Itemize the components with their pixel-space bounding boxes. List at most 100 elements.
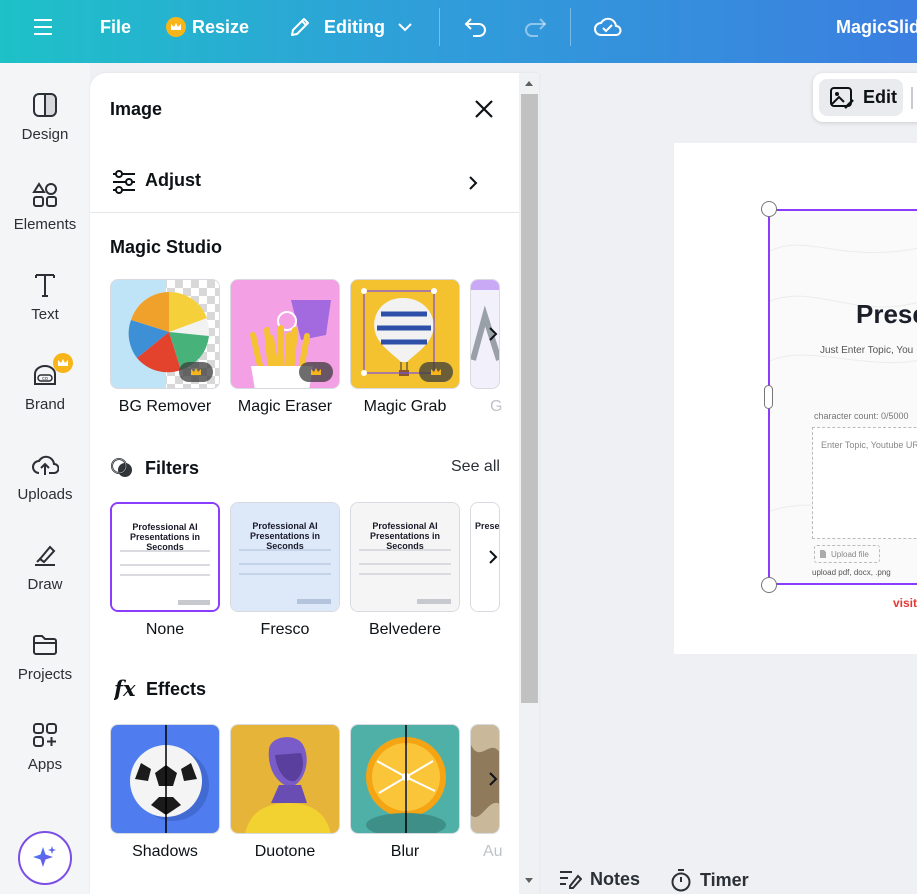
toolbar-divider [911, 87, 913, 109]
toolbar-divider [570, 8, 571, 46]
portrait-image [231, 725, 339, 833]
topic-input-box: Enter Topic, Youtube UR [812, 427, 917, 539]
rail-label: Uploads [17, 486, 73, 503]
char-count: character count: 0/5000 [814, 411, 909, 421]
editing-label: Editing [324, 16, 385, 37]
timer-button[interactable]: Timer [670, 868, 749, 892]
toolbar-divider [439, 8, 440, 46]
resize-label: Resize [192, 16, 250, 37]
filters-header: Filters [110, 456, 199, 480]
visit-link-text: visit [893, 596, 917, 610]
undo-button[interactable] [463, 0, 489, 54]
file-menu[interactable]: File [100, 0, 131, 54]
tile-label: G [490, 398, 503, 415]
image-panel: Image Adjust Magic Studio BG Remover Mag… [90, 73, 539, 894]
projects-icon [30, 631, 60, 659]
panel-title: Image [110, 99, 163, 119]
magic-assistant-button[interactable] [18, 831, 72, 885]
editing-dropdown[interactable]: Editing [288, 0, 413, 54]
chevron-right-icon [469, 176, 478, 190]
close-icon [475, 100, 493, 118]
rail-item-projects[interactable]: Projects [0, 603, 90, 683]
edit-image-button[interactable]: Edit [819, 79, 903, 116]
bg-remover-tile[interactable] [110, 279, 220, 389]
rail-label: Elements [13, 216, 77, 233]
cloud-save-button[interactable] [593, 0, 623, 54]
bottom-bar: Notes Timer [540, 860, 917, 894]
rail-item-draw[interactable]: Draw [0, 513, 90, 593]
context-toolbar: Edit [813, 73, 917, 122]
resize-handle-bottom-left[interactable] [761, 577, 777, 593]
rail-label: Brand [24, 396, 66, 413]
rail-item-elements[interactable]: Elements [0, 153, 90, 233]
close-panel-button[interactable] [470, 95, 498, 123]
rail-item-apps[interactable]: Apps [0, 693, 90, 773]
filters-title: Filters [145, 457, 200, 478]
tile-label: Magic Eraser [237, 398, 333, 415]
apps-icon [30, 721, 60, 749]
tile-label: Blur [390, 843, 420, 860]
design-icon [30, 91, 60, 119]
chevron-down-icon [398, 23, 412, 32]
filter-none-tile[interactable]: Professional AI Presentations in Seconds [110, 502, 220, 612]
effect-blur-tile[interactable] [350, 724, 460, 834]
image-edit-icon [830, 86, 854, 109]
filter-belvedere-tile[interactable]: Professional AI Presentations in Seconds [350, 502, 460, 612]
effects-next-button[interactable] [478, 764, 508, 794]
magic-grab-tile[interactable] [350, 279, 460, 389]
magic-eraser-tile[interactable] [230, 279, 340, 389]
effect-shadows-tile[interactable] [110, 724, 220, 834]
magic-studio-next-button[interactable] [478, 319, 508, 349]
crown-icon [53, 353, 73, 373]
timer-icon [671, 869, 691, 892]
filter-fresco-tile[interactable]: Professional AI Presentations in Seconds [230, 502, 340, 612]
notes-icon [560, 871, 582, 889]
draw-icon [30, 541, 60, 569]
rail-item-brand[interactable]: co Brand [0, 333, 90, 413]
sparkle-icon [33, 846, 56, 867]
rail-item-uploads[interactable]: Uploads [0, 423, 90, 503]
upload-hint: upload pdf, docx, .png [812, 568, 891, 577]
slide-title: Prese [856, 299, 917, 329]
filter-preview: Professional AI Presentations in Seconds [231, 503, 339, 611]
rail-label: Apps [27, 756, 63, 773]
effect-duotone-tile[interactable] [230, 724, 340, 834]
menu-button[interactable] [32, 0, 56, 54]
resize-button[interactable]: Resize [166, 0, 249, 54]
magic-studio-title: Magic Studio [110, 237, 222, 257]
tile-label: None [145, 621, 185, 638]
filters-next-button[interactable] [478, 542, 508, 572]
rail-item-design[interactable]: Design [0, 63, 90, 143]
svg-text:fx: fx [114, 676, 136, 701]
scroll-thumb[interactable] [521, 94, 538, 703]
tile-label: Fresco [260, 621, 310, 638]
rail-label: Text [31, 306, 59, 323]
edit-label: Edit [863, 87, 897, 107]
rail-item-text[interactable]: Text [0, 243, 90, 323]
tile-label: Belvedere [368, 621, 442, 638]
chevron-right-icon [489, 327, 498, 341]
adjust-row[interactable]: Adjust [90, 153, 519, 213]
filters-icon [111, 458, 132, 477]
text-icon [30, 271, 60, 299]
sliders-icon [113, 170, 135, 194]
crown-icon [299, 362, 333, 382]
tile-label: Magic Grab [363, 398, 447, 415]
upload-file-button: Upload file [814, 545, 880, 563]
chevron-right-icon [489, 550, 498, 564]
effects-title: Effects [146, 678, 207, 699]
topic-input-placeholder: Enter Topic, Youtube UR [821, 440, 917, 450]
top-bar: File Resize Editing MagicSlid [0, 0, 917, 63]
rail-label: Design [21, 126, 69, 143]
resize-handle-left[interactable] [764, 385, 773, 409]
selected-image-frame[interactable]: Prese Just Enter Topic, You character co… [768, 209, 917, 585]
notes-button[interactable]: Notes [558, 868, 640, 890]
rail-label: Projects [17, 666, 73, 683]
svg-text:co: co [42, 376, 48, 382]
redo-button[interactable] [522, 0, 548, 54]
adjust-label: Adjust [145, 170, 201, 190]
filters-see-all-link[interactable]: See all [451, 458, 500, 476]
resize-handle-top-left[interactable] [761, 201, 777, 217]
filter-preview: Professional AI Presentations in Seconds [351, 503, 459, 611]
filter-preview: Professional AI Presentations in Seconds [112, 504, 218, 610]
